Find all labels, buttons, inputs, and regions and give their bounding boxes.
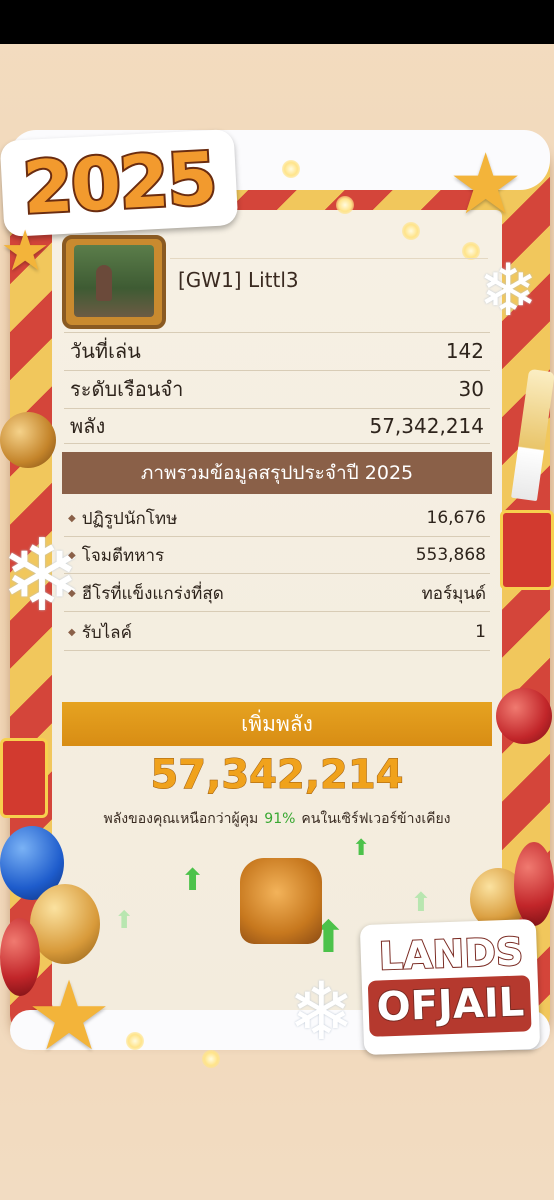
light-bulb-icon (126, 1032, 144, 1050)
divider (170, 258, 488, 259)
logo-line2: OFJAIL (375, 978, 526, 1031)
summary-label: โจมตีทหาร (68, 542, 164, 569)
info-label: วันที่เล่น (70, 338, 141, 363)
summary-row-strongest-hero: ฮีโรที่แข็งแกร่งที่สุด ทอร์มุนด์ (64, 575, 490, 612)
power-comparison-text: พลังของคุณเหนือกว่าผู้คุม 91% คนในเซิร์ฟเว… (62, 808, 492, 830)
lands-of-jail-logo: LANDS OFJAIL (359, 918, 541, 1056)
star-icon: ★ (26, 960, 113, 1072)
info-value: 57,342,214 (369, 414, 484, 438)
arrow-up-icon: ⬆ (114, 906, 135, 934)
arrow-up-icon: ⬆ (180, 863, 206, 898)
balloon-icon (0, 918, 40, 996)
summary-label: ฮีโรที่แข็งแกร่งที่สุด (68, 580, 224, 607)
star-icon: ★ (0, 219, 51, 284)
balloon-icon (30, 884, 100, 964)
logo-line1: LANDS (377, 928, 525, 979)
summary-value: 16,676 (426, 508, 486, 528)
ornament-icon (496, 688, 552, 744)
info-row-prison-level: ระดับเรือนจำ 30 (64, 370, 490, 406)
ornament-icon (0, 412, 56, 468)
info-value: 142 (445, 338, 484, 363)
avatar-person (96, 265, 112, 301)
light-bulb-icon (282, 160, 300, 178)
compare-after: คนในเซิร์ฟเวอร์ข้างเคียง (301, 811, 451, 827)
compare-percent: 91% (264, 811, 296, 827)
light-bulb-icon (336, 196, 354, 214)
avatar[interactable] (62, 235, 166, 329)
balloon-icon (514, 842, 554, 926)
info-row-power: พลัง 57,342,214 (64, 408, 490, 444)
info-row-days-played: วันที่เล่น 142 (64, 332, 490, 368)
info-label: พลัง (70, 414, 106, 438)
player-name: [GW1] Littl3 (178, 268, 299, 292)
snowflake-icon: ❄ (288, 965, 356, 1058)
gift-icon (500, 510, 554, 590)
power-value: 57,342,214 (150, 752, 404, 799)
arrow-up-icon: ⬆ (352, 836, 371, 861)
info-label: ระดับเรือนจำ (70, 376, 184, 401)
summary-row-prisoner-reform: ปฏิรูปนักโทษ 16,676 (64, 500, 490, 537)
snowflake-icon: ❄ (478, 248, 539, 332)
gift-icon (0, 738, 48, 818)
summary-value: 553,868 (415, 545, 486, 565)
summary-value: ทอร์มุนด์ (421, 583, 486, 604)
fist-icon (240, 858, 322, 944)
light-bulb-icon (402, 222, 420, 240)
summary-value: 1 (475, 622, 486, 642)
status-bar (0, 0, 554, 44)
power-increase-header: เพิ่มพลัง (62, 702, 492, 746)
light-bulb-icon (202, 1050, 220, 1068)
compare-before: พลังของคุณเหนือกว่าผู้คุม (103, 811, 259, 827)
summary-label: ปฏิรูปนักโทษ (68, 505, 178, 532)
year-logo-text: 2025 (19, 134, 220, 232)
info-value: 30 (458, 376, 484, 401)
star-icon: ★ (448, 135, 524, 233)
annual-summary-header: ภาพรวมข้อมูลสรุปประจำปี 2025 (62, 452, 492, 494)
avatar-photo (74, 245, 154, 317)
summary-row-attack-soldiers: โจมตีทหาร 553,868 (64, 537, 490, 574)
summary-row-likes-received: รับไลค์ 1 (64, 614, 490, 651)
arrow-up-icon: ⬆ (410, 888, 432, 918)
summary-label: รับไลค์ (68, 619, 132, 646)
